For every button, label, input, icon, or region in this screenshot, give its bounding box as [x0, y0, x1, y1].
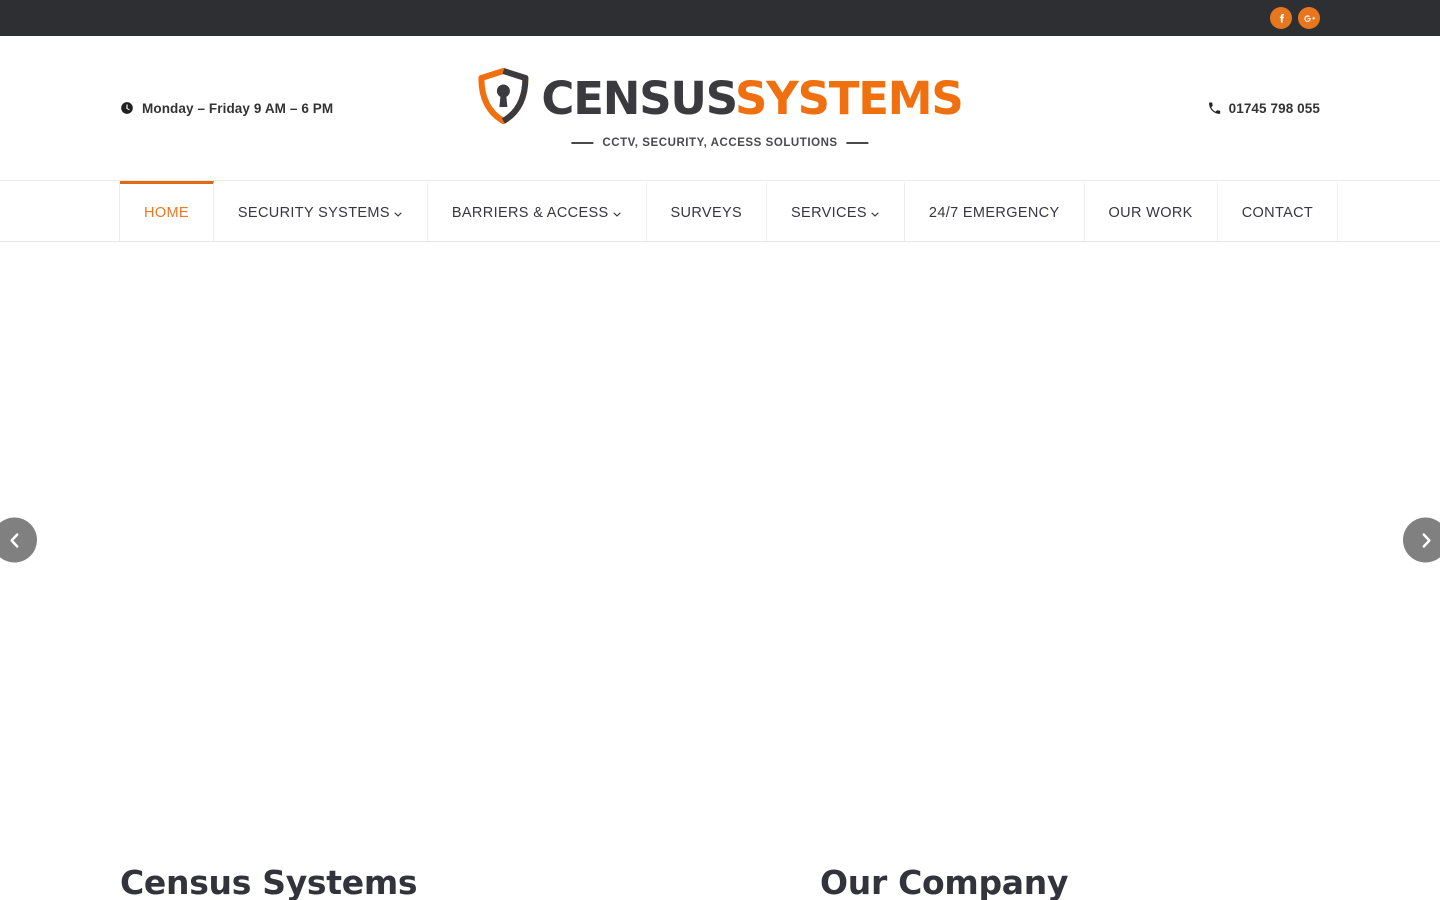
nav-list: HOME SECURITY SYSTEMS BARRIERS & ACCESS …	[120, 181, 1339, 241]
site-logo[interactable]: CENSUSSYSTEMS CCTV, SECURITY, ACCESS SOL…	[477, 67, 964, 149]
nav-item-label: SERVICES	[791, 204, 867, 221]
opening-hours-text: Monday – Friday 9 AM – 6 PM	[142, 100, 334, 116]
top-utility-bar	[0, 0, 1440, 36]
nav-left-spacer	[0, 181, 120, 241]
nav-item-label: 24/7 EMERGENCY	[928, 204, 1060, 221]
google-plus-icon[interactable]	[1298, 7, 1320, 29]
nav-item-surveys[interactable]: SURVEYS	[647, 181, 768, 241]
chevron-down-icon	[393, 209, 403, 219]
nav-item-emergency[interactable]: 24/7 EMERGENCY	[905, 181, 1085, 241]
nav-item-security-systems[interactable]: SECURITY SYSTEMS	[214, 181, 428, 241]
nav-item-label: OUR WORK	[1108, 204, 1193, 221]
site-header: Monday – Friday 9 AM – 6 PM CENSUSSYSTEM…	[0, 36, 1440, 180]
logo-tagline-text: CCTV, SECURITY, ACCESS SOLUTIONS	[602, 137, 838, 149]
nav-right-spacer	[1338, 181, 1440, 241]
header-inner: Monday – Friday 9 AM – 6 PM CENSUSSYSTEM…	[120, 36, 1320, 180]
hero-slider	[0, 242, 1440, 838]
column-our-company: Our Company	[720, 864, 1320, 900]
nav-item-contact[interactable]: CONTACT	[1218, 181, 1339, 241]
column-title-left: Census Systems	[120, 863, 418, 900]
logo-word-two: SYSTEMS	[734, 72, 964, 125]
social-links	[1270, 7, 1320, 29]
phone-icon	[1208, 102, 1221, 115]
logo-word-one: CENSUS	[541, 72, 736, 125]
opening-hours: Monday – Friday 9 AM – 6 PM	[120, 101, 333, 116]
slider-next-button[interactable]	[1403, 517, 1440, 563]
slide-image-area	[0, 242, 1440, 838]
nav-item-label: HOME	[144, 204, 189, 221]
phone-number-text: 01745 798 055	[1228, 100, 1320, 116]
shield-keyhole-icon	[477, 67, 529, 130]
main-navigation: HOME SECURITY SYSTEMS BARRIERS & ACCESS …	[0, 180, 1440, 242]
column-census-systems: Census Systems	[120, 864, 720, 900]
nav-item-label: SECURITY SYSTEMS	[237, 204, 390, 221]
chevron-down-icon	[612, 209, 622, 219]
chevron-down-icon	[870, 209, 880, 219]
nav-item-home[interactable]: HOME	[120, 181, 214, 241]
nav-item-label: BARRIERS & ACCESS	[451, 204, 609, 221]
logo-main: CENSUSSYSTEMS	[477, 67, 964, 130]
content-columns: Census Systems Our Company	[120, 838, 1320, 900]
nav-item-label: CONTACT	[1241, 204, 1314, 221]
nav-item-our-work[interactable]: OUR WORK	[1085, 181, 1218, 241]
logo-tagline: CCTV, SECURITY, ACCESS SOLUTIONS	[571, 137, 869, 149]
nav-item-barriers-access[interactable]: BARRIERS & ACCESS	[428, 181, 647, 241]
nav-item-services[interactable]: SERVICES	[767, 181, 905, 241]
nav-item-label: SURVEYS	[670, 204, 743, 221]
tagline-dash-left	[571, 142, 594, 144]
clock-icon	[120, 101, 134, 115]
phone-number[interactable]: 01745 798 055	[1208, 101, 1320, 116]
logo-wordmark: CENSUSSYSTEMS	[541, 76, 963, 121]
tagline-dash-right	[846, 142, 869, 144]
facebook-icon[interactable]	[1270, 7, 1292, 29]
column-title-right: Our Company	[820, 863, 1069, 900]
